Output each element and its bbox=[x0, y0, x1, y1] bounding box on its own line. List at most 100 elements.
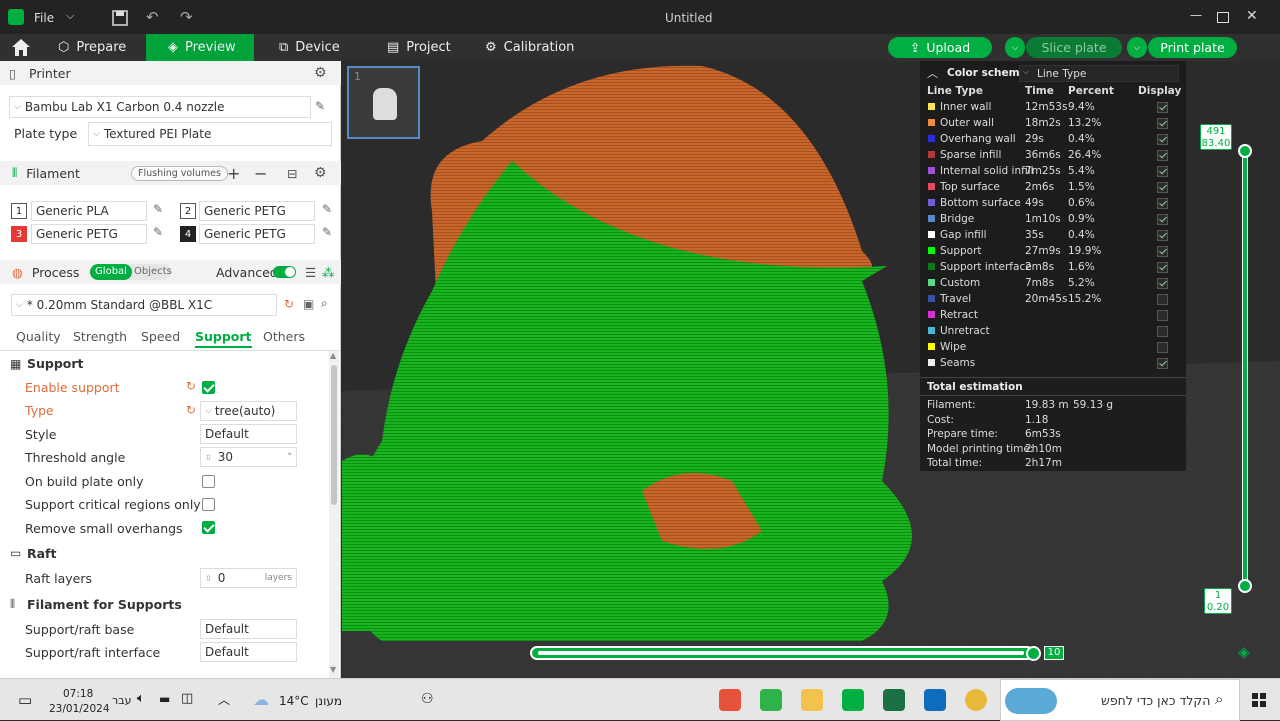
layer-top-handle[interactable] bbox=[1238, 144, 1252, 158]
edit-icon[interactable]: ✎ bbox=[315, 99, 325, 113]
legend-display-checkbox[interactable] bbox=[1157, 150, 1168, 161]
move-slider-track[interactable] bbox=[530, 646, 1034, 660]
flushing-volumes-button[interactable]: Flushing volumes bbox=[131, 165, 228, 181]
outlook-icon[interactable] bbox=[924, 689, 946, 711]
minimize-icon[interactable]: — bbox=[1190, 8, 1202, 22]
filament-slot-2-select[interactable]: Generic PETG bbox=[199, 201, 315, 221]
legend-display-checkbox[interactable] bbox=[1157, 230, 1168, 241]
chevron-down-icon[interactable]: ⌵ bbox=[66, 9, 74, 23]
layers-toggle-icon[interactable]: ◈ bbox=[1238, 643, 1250, 661]
tab-quality[interactable]: Quality bbox=[16, 329, 61, 344]
stepper-icon[interactable]: ⇳ bbox=[205, 453, 212, 462]
bambu-studio-icon[interactable] bbox=[842, 689, 864, 711]
compare-icon[interactable]: ⁂ bbox=[322, 265, 335, 280]
redo-icon[interactable]: ↷ bbox=[180, 8, 193, 26]
weather-temp[interactable]: 14°C bbox=[279, 694, 309, 708]
type-select[interactable]: ⌵ tree(auto) bbox=[200, 401, 297, 421]
network-icon[interactable]: ◫ bbox=[181, 691, 193, 706]
home-icon[interactable] bbox=[11, 38, 31, 57]
critical-regions-checkbox[interactable] bbox=[202, 498, 215, 511]
tab-preview[interactable]: ◈ Preview bbox=[146, 34, 254, 61]
reset-icon[interactable]: ↻ bbox=[284, 297, 294, 311]
legend-display-checkbox[interactable] bbox=[1157, 342, 1168, 353]
legend-display-checkbox[interactable] bbox=[1157, 134, 1168, 145]
edit-icon[interactable]: ✎ bbox=[322, 225, 332, 239]
list-icon[interactable]: ☰ bbox=[305, 265, 316, 280]
undo-icon[interactable]: ↶ bbox=[146, 8, 159, 26]
move-slider-handle[interactable] bbox=[1026, 646, 1041, 661]
start-button[interactable] bbox=[1252, 693, 1266, 707]
legend-display-checkbox[interactable] bbox=[1157, 278, 1168, 289]
sync-icon[interactable]: ⊟ bbox=[287, 166, 297, 181]
tab-others[interactable]: Others bbox=[263, 329, 305, 344]
global-toggle[interactable]: Global Objects bbox=[90, 264, 172, 280]
panel-scrollbar[interactable]: ▲ ▼ bbox=[329, 351, 339, 678]
legend-display-checkbox[interactable] bbox=[1157, 118, 1168, 129]
gear-icon[interactable]: ⚙ bbox=[314, 65, 327, 81]
filament-slot-3-select[interactable]: Generic PETG bbox=[31, 224, 147, 244]
threshold-angle-input[interactable]: ⇳ 30 ° bbox=[200, 447, 297, 467]
enable-support-checkbox[interactable] bbox=[202, 381, 215, 394]
notification-icon[interactable]: ▭ bbox=[18, 691, 32, 709]
legend-display-checkbox[interactable] bbox=[1157, 198, 1168, 209]
build-plate-only-checkbox[interactable] bbox=[202, 475, 215, 488]
support-interface-select[interactable]: Default bbox=[200, 642, 297, 662]
layer-slider-track[interactable] bbox=[1242, 149, 1248, 587]
style-select[interactable]: Default bbox=[200, 424, 297, 444]
tab-speed[interactable]: Speed bbox=[141, 329, 180, 344]
save-icon[interactable]: ▣ bbox=[303, 297, 314, 311]
language-indicator[interactable]: עבר bbox=[112, 694, 131, 707]
filament-slot-4-select[interactable]: Generic PETG bbox=[199, 224, 315, 244]
app-icon-2[interactable] bbox=[760, 689, 782, 711]
plate-type-select[interactable]: ⌵ Textured PEI Plate bbox=[88, 122, 332, 146]
search-icon[interactable]: ⌕ bbox=[321, 296, 328, 311]
layer-bottom-handle[interactable] bbox=[1238, 579, 1252, 593]
search-box[interactable]: הקלד כאן כדי לחפש ⌕ bbox=[1000, 679, 1240, 721]
legend-display-checkbox[interactable] bbox=[1157, 214, 1168, 225]
print-dropdown-button[interactable]: ⌵ bbox=[1127, 37, 1147, 58]
save-icon[interactable] bbox=[112, 10, 128, 26]
tab-support[interactable]: Support bbox=[195, 329, 252, 348]
tab-calibration[interactable]: ⚙ Calibration bbox=[485, 34, 574, 61]
filament-slot-1-select[interactable]: Generic PLA bbox=[31, 201, 147, 221]
excel-icon[interactable] bbox=[883, 689, 905, 711]
process-preset-select[interactable]: ⌵ * 0.20mm Standard @BBL X1C bbox=[11, 294, 277, 316]
color-scheme-select[interactable]: ⌵ Line Type bbox=[1019, 65, 1179, 82]
legend-display-checkbox[interactable] bbox=[1157, 358, 1168, 369]
gear-icon[interactable]: ⚙ bbox=[314, 165, 327, 181]
remove-small-overhangs-checkbox[interactable] bbox=[202, 521, 215, 534]
tray-chevron-icon[interactable]: ︿ bbox=[218, 691, 230, 708]
close-icon[interactable]: ✕ bbox=[1246, 8, 1258, 24]
tab-prepare[interactable]: ⬡ Prepare bbox=[58, 34, 146, 61]
battery-icon[interactable]: ▬ bbox=[159, 692, 170, 706]
support-base-select[interactable]: Default bbox=[200, 619, 297, 639]
reset-icon[interactable]: ↻ bbox=[186, 379, 196, 393]
legend-display-checkbox[interactable] bbox=[1157, 262, 1168, 273]
weather-icon[interactable]: ☁ bbox=[253, 690, 269, 709]
legend-display-checkbox[interactable] bbox=[1157, 310, 1168, 321]
tab-strength[interactable]: Strength bbox=[73, 329, 127, 344]
reset-icon[interactable]: ↻ bbox=[186, 403, 196, 417]
file-explorer-icon[interactable] bbox=[801, 689, 823, 711]
volume-icon[interactable]: 🔈︎ bbox=[137, 691, 145, 706]
legend-display-checkbox[interactable] bbox=[1157, 102, 1168, 113]
legend-display-checkbox[interactable] bbox=[1157, 246, 1168, 257]
tab-project[interactable]: ▤ Project bbox=[387, 34, 451, 61]
app-icon-1[interactable] bbox=[719, 689, 741, 711]
legend-display-checkbox[interactable] bbox=[1157, 326, 1168, 337]
weather-text[interactable]: מעונן bbox=[315, 694, 342, 708]
advanced-toggle[interactable] bbox=[273, 266, 296, 278]
printer-select[interactable]: ⌵ Bambu Lab X1 Carbon 0.4 nozzle bbox=[9, 96, 311, 118]
people-icon[interactable]: ⚇ bbox=[421, 691, 434, 707]
print-plate-button[interactable]: Print plate bbox=[1148, 37, 1237, 58]
file-menu[interactable]: File bbox=[34, 11, 54, 25]
chevron-up-icon[interactable]: ︿ bbox=[927, 65, 938, 81]
maximize-icon[interactable] bbox=[1217, 12, 1229, 23]
legend-display-checkbox[interactable] bbox=[1157, 294, 1168, 305]
edit-icon[interactable]: ✎ bbox=[322, 202, 332, 216]
tab-device[interactable]: ⧉ Device bbox=[279, 34, 340, 61]
edit-icon[interactable]: ✎ bbox=[153, 202, 163, 216]
slice-dropdown-button[interactable]: ⌵ bbox=[1005, 37, 1025, 58]
add-filament-icon[interactable]: + bbox=[227, 164, 240, 183]
raft-layers-input[interactable]: ⇳ 0 layers bbox=[200, 568, 297, 588]
